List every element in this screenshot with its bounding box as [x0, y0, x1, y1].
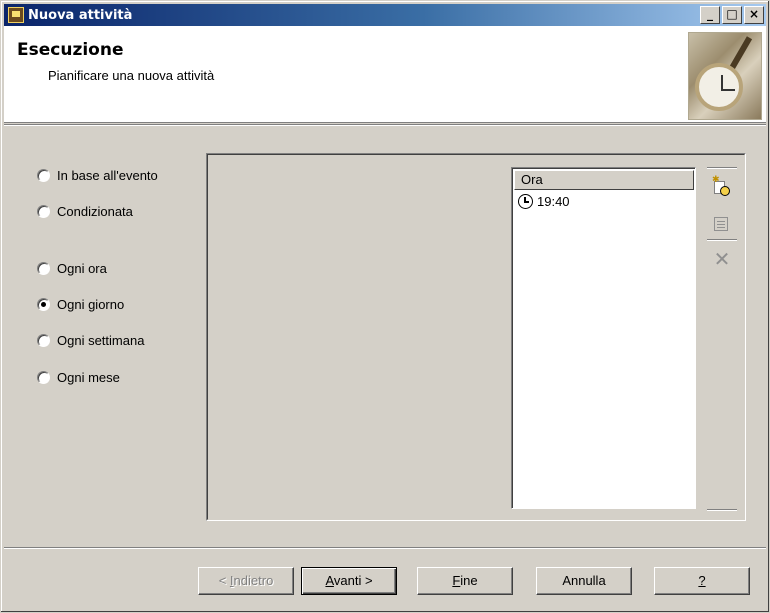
radio-event-based[interactable]: In base all'evento: [37, 168, 158, 183]
cancel-button[interactable]: Annulla: [536, 567, 632, 595]
radio-button[interactable]: [37, 298, 50, 311]
radio-label: Ogni settimana: [57, 333, 145, 348]
new-time-icon[interactable]: ✱: [711, 175, 733, 199]
clock-icon: [518, 194, 533, 209]
properties-icon[interactable]: [711, 213, 733, 235]
page-subtitle: Pianificare una nuova attività: [48, 68, 215, 83]
schedule-panel: Ora 19:40 ✱ ✕: [206, 153, 746, 521]
page-title: Esecuzione: [17, 40, 124, 60]
wizard-header: Esecuzione Pianificare una nuova attivit…: [4, 26, 766, 123]
finish-button[interactable]: Fine: [417, 567, 513, 595]
header-separator: [4, 124, 766, 126]
radio-button[interactable]: [37, 205, 50, 218]
window-title: Nuova attività: [28, 7, 133, 23]
radio-button[interactable]: [37, 371, 50, 384]
footer-separator: [4, 547, 766, 549]
back-button[interactable]: < Indietro: [198, 567, 294, 595]
help-button[interactable]: ?: [654, 567, 750, 595]
toolbar-divider: [707, 509, 737, 511]
minimize-button[interactable]: _: [700, 6, 720, 24]
window-controls: _ □ ×: [700, 6, 764, 24]
time-list[interactable]: Ora 19:40: [511, 167, 696, 509]
header-clock-image: [688, 32, 762, 120]
radio-hourly[interactable]: Ogni ora: [37, 261, 107, 276]
delete-icon[interactable]: ✕: [711, 249, 733, 271]
column-header-time[interactable]: Ora: [514, 170, 694, 190]
radio-conditional[interactable]: Condizionata: [37, 204, 133, 219]
radio-label: In base all'evento: [57, 168, 158, 183]
time-toolbar: ✱ ✕: [705, 167, 739, 512]
maximize-button[interactable]: □: [722, 6, 742, 24]
radio-label: Ogni mese: [57, 370, 120, 385]
list-item[interactable]: 19:40: [518, 194, 570, 209]
radio-weekly[interactable]: Ogni settimana: [37, 333, 144, 348]
app-icon: [8, 7, 24, 23]
radio-label: Ogni giorno: [57, 297, 125, 312]
radio-monthly[interactable]: Ogni mese: [37, 370, 120, 385]
radio-button[interactable]: [37, 169, 50, 182]
radio-button[interactable]: [37, 262, 50, 275]
wizard-window: Nuova attività _ □ × Esecuzione Pianific…: [0, 0, 770, 613]
radio-label: Ogni ora: [57, 261, 107, 276]
radio-label: Condizionata: [57, 204, 133, 219]
toolbar-divider: [707, 167, 737, 169]
close-button[interactable]: ×: [744, 6, 764, 24]
radio-daily[interactable]: Ogni giorno: [37, 297, 124, 312]
next-button[interactable]: Avanti >: [301, 567, 397, 595]
clock-graphic: [695, 63, 743, 111]
time-value: 19:40: [537, 194, 570, 209]
toolbar-divider: [707, 239, 737, 241]
radio-button[interactable]: [37, 334, 50, 347]
title-bar[interactable]: Nuova attività _ □ ×: [4, 4, 766, 26]
